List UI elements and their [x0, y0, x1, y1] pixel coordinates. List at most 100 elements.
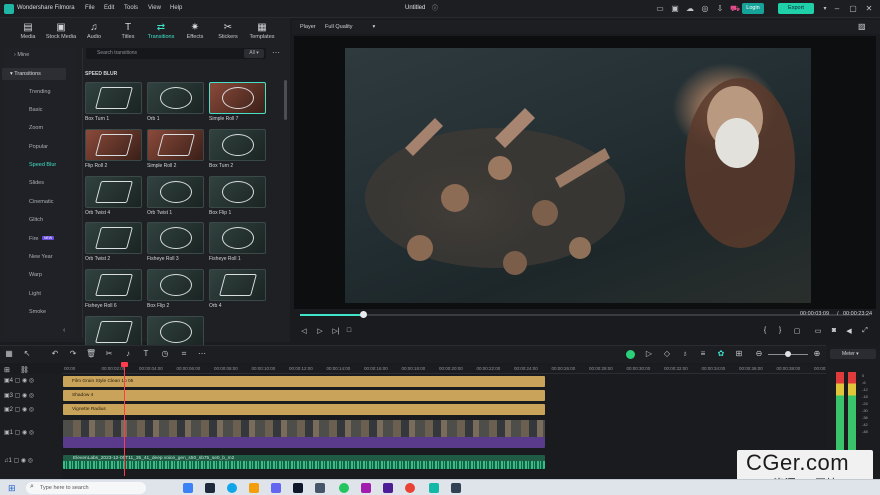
menu-help[interactable]: Help [170, 5, 182, 11]
layout-icon[interactable]: ▦ [4, 349, 14, 358]
screen-icon[interactable]: ▭ [655, 4, 665, 14]
window-icon[interactable]: ▣ [670, 4, 680, 14]
edge-icon[interactable] [227, 483, 237, 493]
project-info-icon[interactable]: ⓘ [430, 4, 440, 14]
marker-icon[interactable]: ◇ [662, 349, 672, 358]
fullscreen-icon[interactable]: ⤢ [860, 327, 870, 335]
transition-thumbnail[interactable] [209, 129, 266, 161]
zoom-out-icon[interactable]: ⊖ [754, 349, 764, 358]
tab-stickers[interactable]: ✂ Stickers [210, 22, 246, 44]
transition-thumbnail[interactable] [147, 176, 204, 208]
export-dropdown-icon[interactable]: ▾ [820, 4, 830, 14]
transition-thumbnail[interactable] [147, 269, 204, 301]
playhead[interactable] [124, 363, 125, 476]
adobe-xd-icon[interactable] [383, 483, 393, 493]
mark-in-icon[interactable]: { [760, 327, 770, 334]
cloud-icon[interactable]: ☁ [685, 4, 695, 14]
transition-thumbnail[interactable] [85, 222, 142, 254]
next-frame-icon[interactable]: ▷| [331, 327, 341, 335]
search-input[interactable]: Search transitions [86, 48, 266, 59]
effect-clip-film-grain[interactable]: Film Grain Style Clean 1p 05 [63, 376, 545, 387]
redo-icon[interactable]: ↷ [68, 349, 78, 358]
menu-file[interactable]: File [85, 5, 95, 11]
meter-dropdown[interactable]: Meter ▾ [830, 349, 876, 359]
menu-view[interactable]: View [148, 5, 161, 11]
app-icon[interactable] [361, 483, 371, 493]
voiceover-icon[interactable]: ≡ [698, 349, 708, 358]
playback-scrubber[interactable] [300, 314, 870, 316]
video-clip[interactable] [63, 420, 545, 448]
transition-thumbnail[interactable] [209, 82, 266, 114]
snap-icon[interactable]: ⊞ [734, 349, 744, 358]
effect-clip-shadow[interactable]: Shadow 4 [63, 390, 545, 401]
text-tool-icon[interactable]: T [141, 349, 151, 358]
render-icon[interactable]: ▢ [792, 327, 802, 335]
cart-icon[interactable]: ⛟ [730, 4, 740, 14]
zoom-slider-handle[interactable] [785, 351, 791, 357]
explorer-icon[interactable] [249, 483, 259, 493]
mark-out-icon[interactable]: } [775, 327, 785, 334]
category-transitions-header[interactable]: ▾ Transitions [2, 68, 66, 80]
tab-effects[interactable]: ✷ Effects [177, 22, 213, 44]
maximize-icon[interactable]: ▢ [848, 4, 858, 14]
transition-thumbnail[interactable] [147, 129, 204, 161]
collapse-panel-icon[interactable]: ‹ [63, 327, 65, 334]
transition-thumbnail[interactable] [85, 82, 142, 114]
snapshot-icon[interactable]: ▨ [858, 22, 866, 31]
close-icon[interactable]: ✕ [864, 4, 874, 14]
previous-frame-icon[interactable]: ◁ [299, 327, 309, 335]
select-tool-icon[interactable]: ↖ [22, 349, 32, 358]
app-icon[interactable] [271, 483, 281, 493]
link-icon[interactable]: ⛓ [20, 366, 29, 374]
transition-thumbnail[interactable] [85, 129, 142, 161]
add-track-icon[interactable]: ⊞ [4, 366, 10, 374]
play-icon[interactable]: ▷ [315, 327, 325, 335]
filmora-taskbar-icon[interactable] [429, 483, 439, 493]
minimize-icon[interactable]: – [832, 4, 842, 14]
app-icon[interactable] [293, 483, 303, 493]
app-icon[interactable] [315, 483, 325, 493]
tab-audio[interactable]: ♫ Audio [76, 22, 112, 44]
headset-icon[interactable]: ◎ [700, 4, 710, 14]
export-button[interactable]: Export [778, 3, 814, 14]
effect-clip-vignette[interactable]: Vignette Radius [63, 404, 545, 415]
speed-icon[interactable]: ◷ [160, 349, 170, 358]
volume-icon[interactable]: ◀ [844, 327, 854, 335]
render-preview-icon[interactable]: ▷ [644, 349, 654, 358]
tab-transitions[interactable]: ⇄ Transitions [143, 22, 179, 44]
display-icon[interactable]: ▭ [813, 327, 823, 335]
tab-titles[interactable]: T Titles [110, 22, 146, 44]
zoom-in-icon[interactable]: ⊕ [812, 349, 822, 358]
download-icon[interactable]: ⇩ [715, 4, 725, 14]
taskview-icon[interactable] [183, 483, 193, 493]
undo-icon[interactable]: ↶ [50, 349, 60, 358]
transition-thumbnail[interactable] [147, 316, 204, 348]
crop-icon[interactable]: ⌗ [179, 349, 189, 359]
transition-thumbnail[interactable] [209, 176, 266, 208]
taskbar-search-input[interactable]: Type here to search [26, 482, 146, 494]
filter-dropdown[interactable]: All ▾ [244, 49, 264, 58]
stop-icon[interactable]: □ [344, 327, 354, 334]
microphone-icon[interactable]: ♁ [680, 349, 690, 358]
transition-thumbnail[interactable] [85, 316, 142, 348]
transition-thumbnail[interactable] [209, 222, 266, 254]
tab-templates[interactable]: ▦ Templates [244, 22, 280, 44]
transition-thumbnail[interactable] [209, 269, 266, 301]
app-icon[interactable] [451, 483, 461, 493]
transition-thumbnail[interactable] [147, 82, 204, 114]
transition-thumbnail[interactable] [147, 222, 204, 254]
tab-media[interactable]: ▤ Media [10, 22, 46, 44]
ai-icon[interactable]: ✿ [716, 349, 726, 358]
audio-split-icon[interactable]: ♪ [123, 349, 133, 358]
menu-edit[interactable]: Edit [104, 5, 114, 11]
chrome-icon[interactable] [405, 483, 415, 493]
audio-clip[interactable]: ElevenLabs_2023-12-05T11_35_41_deep voic… [63, 455, 545, 469]
scrubber-handle[interactable] [359, 311, 367, 318]
transition-thumbnail[interactable] [85, 269, 142, 301]
auto-highlight-icon[interactable] [626, 350, 635, 359]
steam-icon[interactable] [205, 483, 215, 493]
category-mine[interactable]: › Mine [14, 52, 76, 58]
tab-stock-media[interactable]: ▣ Stock Media [43, 22, 79, 44]
menu-tools[interactable]: Tools [124, 5, 138, 11]
quality-dropdown[interactable]: Full Quality ▾ [325, 24, 375, 30]
